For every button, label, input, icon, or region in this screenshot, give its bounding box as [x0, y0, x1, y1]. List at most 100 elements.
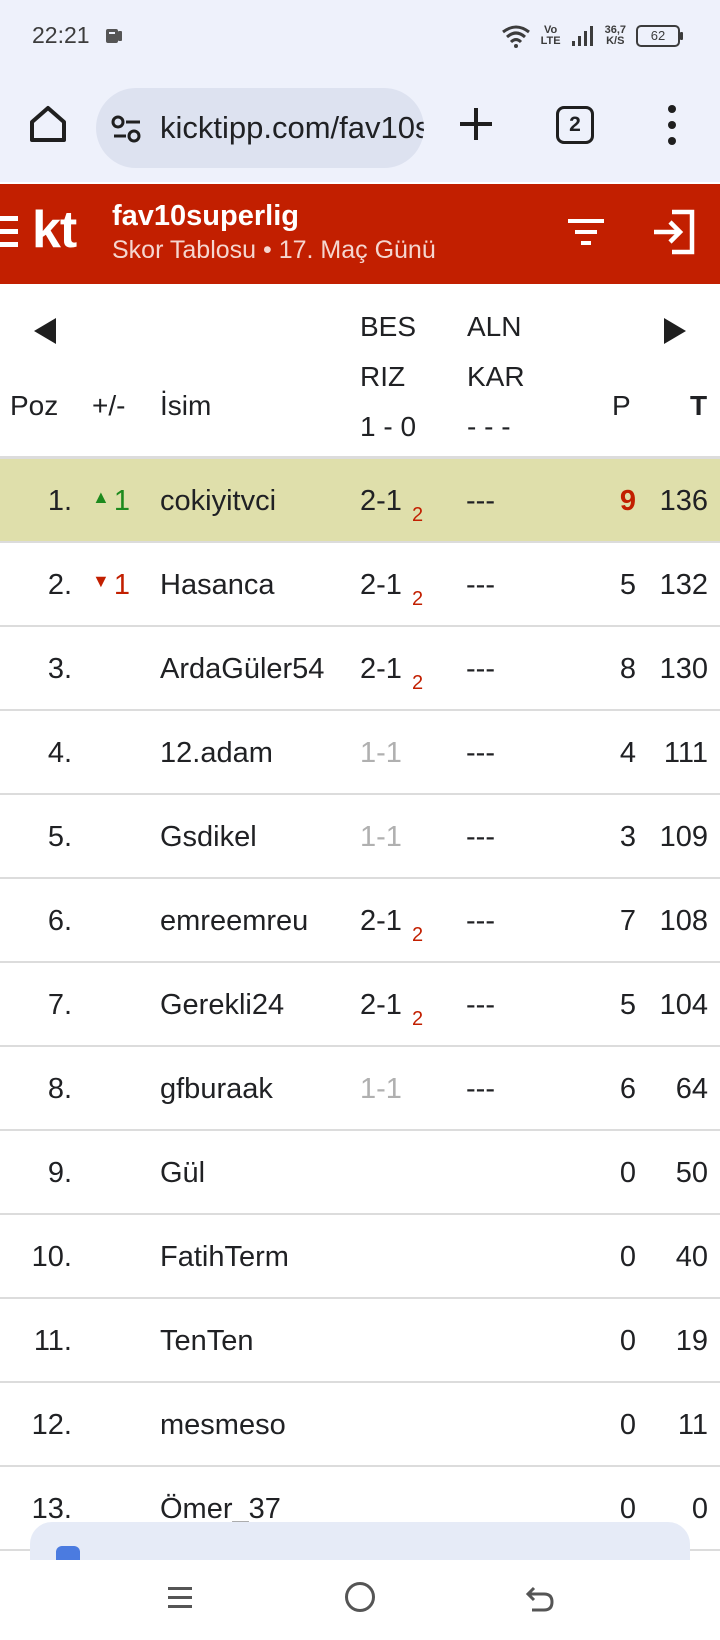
match-1-home: BES — [360, 311, 417, 342]
total-points: 11 — [677, 1409, 708, 1441]
status-icons: Vo LTE 36,7 K/S 62 — [501, 20, 683, 52]
matchday-points: 4 — [619, 737, 636, 769]
total-points: 108 — [659, 905, 708, 937]
player-name[interactable]: ArdaGüler54 — [160, 627, 324, 711]
status-bar: 22:21 Vo LTE 36,7 K/S 62 — [0, 0, 720, 76]
matchday-points: 0 — [619, 1325, 636, 1357]
notification-app-icon — [106, 29, 122, 43]
url-text[interactable]: kicktipp.com/fav10superlig/tippuebersich… — [160, 110, 424, 146]
tip-match-1: 2-1 — [360, 989, 402, 1021]
row-position: 12. — [31, 1409, 72, 1441]
row-position: 9. — [47, 1157, 72, 1189]
match-column-1[interactable]: BES RIZ 1 - 0 — [360, 302, 416, 452]
rank-change-value: 1 — [113, 485, 130, 517]
player-name[interactable]: TenTen — [160, 1299, 254, 1383]
table-row[interactable]: 3. ArdaGüler54 2-1 2 --- 8 130 — [0, 627, 720, 711]
player-name[interactable]: Gsdikel — [160, 795, 257, 879]
total-points: 0 — [691, 1493, 708, 1525]
player-name[interactable]: FatihTerm — [160, 1215, 289, 1299]
tip-match-1: 2-1 — [360, 653, 402, 685]
total-points: 130 — [659, 653, 708, 685]
signal-icon — [571, 26, 593, 46]
volte-bottom: LTE — [540, 35, 561, 47]
row-position: 4. — [47, 737, 72, 769]
tip-match-1-points: 2 — [412, 588, 424, 610]
tip-match-2: --- — [466, 821, 495, 853]
home-button-icon[interactable] — [345, 1582, 375, 1612]
player-name[interactable]: mesmeso — [160, 1383, 286, 1467]
login-icon[interactable] — [650, 208, 698, 256]
player-name[interactable]: 12.adam — [160, 711, 273, 795]
table-row[interactable]: 4. 12.adam 1-1 --- 4 111 — [0, 711, 720, 795]
rank-change: ▼ 1 — [92, 543, 130, 627]
tip-match-1-points: 2 — [412, 1008, 424, 1030]
table-row[interactable]: 1. ▲ 1 cokiyitvci 2-1 2 --- 9 136 — [0, 459, 720, 543]
matchday-points: 8 — [619, 653, 636, 685]
match-1-away: RIZ — [360, 361, 406, 392]
matchday-points: 0 — [619, 1157, 636, 1189]
speed-unit: K/S — [606, 35, 625, 47]
table-row[interactable]: 2. ▼ 1 Hasanca 2-1 2 --- 5 132 — [0, 543, 720, 627]
table-row[interactable]: 12. mesmeso 0 11 — [0, 1383, 720, 1467]
table-row[interactable]: 5. Gsdikel 1-1 --- 3 109 — [0, 795, 720, 879]
player-name[interactable]: Gerekli24 — [160, 963, 284, 1047]
tip-match-2: --- — [466, 737, 495, 769]
status-time: 22:21 — [32, 22, 90, 48]
table-row[interactable]: 6. emreemreu 2-1 2 --- 7 108 — [0, 879, 720, 963]
match-2-home: ALN — [467, 311, 522, 342]
row-position: 7. — [47, 989, 72, 1021]
match-column-2[interactable]: ALN KAR - - - — [467, 302, 525, 452]
tab-switcher-button[interactable]: 2 — [556, 106, 594, 144]
table-row[interactable]: 7. Gerekli24 2-1 2 --- 5 104 — [0, 963, 720, 1047]
tip-match-2: --- — [466, 485, 495, 517]
matchday-points: 5 — [619, 989, 636, 1021]
total-points: 19 — [675, 1325, 708, 1357]
tip-match-1: 2-1 — [360, 905, 402, 937]
table-row[interactable]: 8. gfburaak 1-1 --- 6 64 — [0, 1047, 720, 1131]
rank-change: ▲ 1 — [92, 459, 130, 543]
table-row[interactable]: 11. TenTen 0 19 — [0, 1299, 720, 1383]
next-matchday-icon[interactable] — [662, 316, 688, 346]
recents-icon[interactable] — [164, 1582, 196, 1614]
player-name[interactable]: emreemreu — [160, 879, 308, 963]
back-icon[interactable] — [524, 1582, 556, 1614]
filter-icon[interactable] — [566, 216, 606, 248]
player-name[interactable]: gfburaak — [160, 1047, 273, 1131]
row-position: 5. — [47, 821, 72, 853]
new-tab-icon[interactable] — [456, 104, 496, 144]
table-row[interactable]: 9. Gül 0 50 — [0, 1131, 720, 1215]
rank-down-icon: ▼ — [92, 571, 110, 591]
matchday-points: 6 — [619, 1073, 636, 1105]
player-name[interactable]: Hasanca — [160, 543, 274, 627]
battery-icon: 62 — [636, 25, 683, 47]
network-speed: 36,7 K/S — [605, 25, 626, 47]
header-points: P — [612, 390, 631, 421]
previous-matchday-icon[interactable] — [32, 316, 58, 346]
kicktipp-logo[interactable]: kt — [32, 200, 77, 260]
site-settings-icon[interactable] — [110, 112, 144, 146]
row-position: 6. — [47, 905, 72, 937]
player-name[interactable]: Gül — [160, 1131, 205, 1215]
group-title: fav10superlig — [112, 200, 299, 232]
matchday-points: 9 — [619, 485, 636, 517]
tip-match-1: 1-1 — [360, 1073, 402, 1105]
matchday-points: 0 — [619, 1409, 636, 1441]
rank-change-value: 1 — [113, 569, 130, 601]
address-bar[interactable]: kicktipp.com/fav10superlig/tippuebersich… — [96, 88, 424, 168]
matchday-points: 0 — [619, 1241, 636, 1273]
home-icon[interactable] — [26, 102, 70, 146]
matchday-points: 3 — [619, 821, 636, 853]
tip-match-1: 1-1 — [360, 821, 402, 853]
tip-match-1-points: 2 — [412, 672, 424, 694]
row-position: 11. — [33, 1325, 72, 1357]
tip-match-1-points: 2 — [412, 924, 424, 946]
header-total: T — [690, 390, 708, 421]
row-position: 2. — [47, 569, 72, 601]
more-menu-icon[interactable] — [662, 102, 682, 148]
tip-match-1: 1-1 — [360, 737, 402, 769]
hamburger-menu-icon[interactable] — [0, 214, 20, 250]
match-2-result: - - - — [467, 411, 511, 442]
volte-indicator: Vo LTE — [541, 25, 561, 47]
player-name[interactable]: cokiyitvci — [160, 459, 276, 543]
table-row[interactable]: 10. FatihTerm 0 40 — [0, 1215, 720, 1299]
